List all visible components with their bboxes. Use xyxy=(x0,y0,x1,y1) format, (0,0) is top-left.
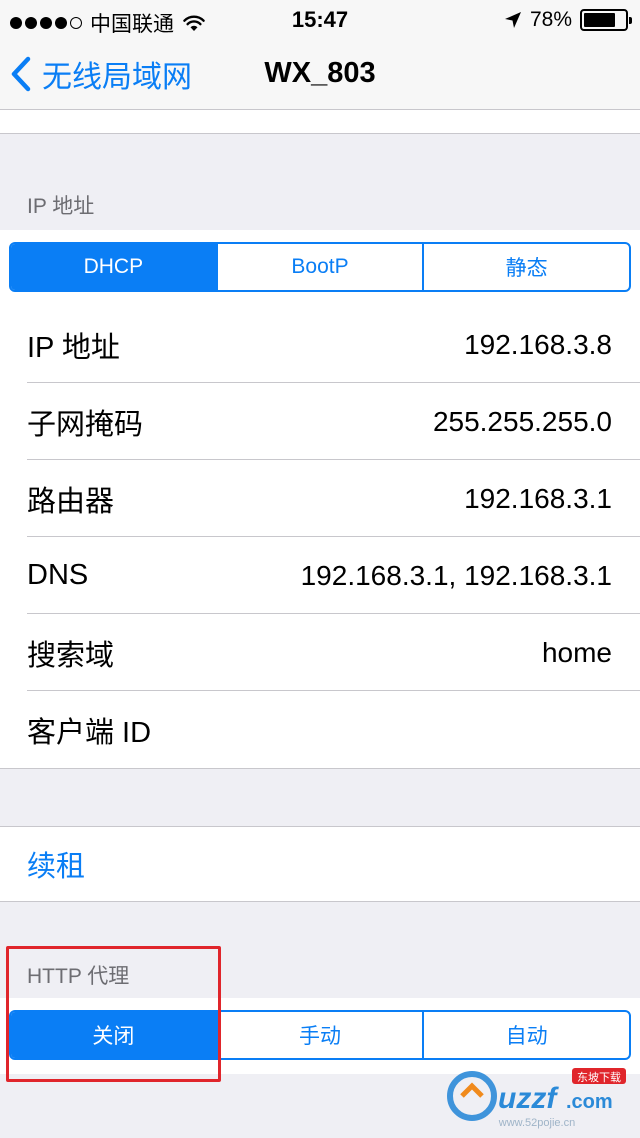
battery-icon xyxy=(580,9,632,31)
row-label: 客户端 ID xyxy=(27,716,152,749)
row-value: home xyxy=(541,636,612,668)
row-router[interactable]: 路由器 192.168.3.1 xyxy=(0,460,640,537)
row-dns[interactable]: DNS 192.168.3.1, 192.168.3.1 xyxy=(0,537,640,614)
ip-mode-group: DHCP BootP 静态 xyxy=(0,230,640,306)
row-label: 路由器 xyxy=(27,485,115,518)
segment-proxy-off[interactable]: 关闭 xyxy=(11,1012,218,1058)
renew-label: 续租 xyxy=(27,851,86,883)
navigation-bar: 无线局域网 WX_803 xyxy=(0,40,640,110)
svg-text:东坡下载: 东坡下载 xyxy=(577,1071,621,1084)
status-right-group: 78% xyxy=(504,8,632,32)
row-label: 子网掩码 xyxy=(27,408,144,441)
row-label: IP 地址 xyxy=(27,331,120,364)
location-arrow-icon xyxy=(504,12,521,28)
segment-dhcp[interactable]: DHCP xyxy=(11,244,218,290)
row-label: DNS xyxy=(27,559,89,591)
proxy-mode-segmented-control: 关闭 手动 自动 xyxy=(9,1010,631,1060)
segment-bootp[interactable]: BootP xyxy=(218,244,425,290)
row-ip-address[interactable]: IP 地址 192.168.3.8 xyxy=(0,306,640,383)
row-search-domain[interactable]: 搜索域 home xyxy=(0,614,640,691)
segment-static[interactable]: 静态 xyxy=(424,244,629,290)
watermark-logo: uzzf .com 东坡下载 www.52pojie.cn xyxy=(447,1068,626,1129)
proxy-section-header: HTTP 代理 xyxy=(27,965,130,988)
svg-text:uzzf: uzzf xyxy=(498,1082,559,1115)
row-value: 192.168.3.1, 192.168.3.1 xyxy=(300,559,612,591)
row-value: 192.168.3.8 xyxy=(464,328,612,360)
status-bar: 中国联通 15:47 78% xyxy=(0,0,640,40)
svg-text:www.52pojie.cn: www.52pojie.cn xyxy=(498,1117,575,1129)
ip-section-header: IP 地址 xyxy=(27,195,95,218)
battery-fill xyxy=(584,13,616,27)
segment-proxy-manual[interactable]: 手动 xyxy=(218,1012,425,1058)
page-title-text: WX_803 xyxy=(264,57,376,89)
row-label: 搜索域 xyxy=(27,639,115,672)
row-client-id[interactable]: 客户端 ID xyxy=(0,691,640,768)
previous-group-bottom xyxy=(0,110,640,134)
row-value: 192.168.3.1 xyxy=(464,482,612,514)
page-title: WX_803 xyxy=(0,57,640,90)
row-subnet-mask[interactable]: 子网掩码 255.255.255.0 xyxy=(0,383,640,460)
ip-details-list: IP 地址 192.168.3.8 子网掩码 255.255.255.0 路由器… xyxy=(0,306,640,769)
ip-mode-segmented-control: DHCP BootP 静态 xyxy=(9,242,631,292)
segment-proxy-auto[interactable]: 自动 xyxy=(424,1012,629,1058)
renew-lease-button[interactable]: 续租 xyxy=(0,826,640,902)
svg-text:.com: .com xyxy=(566,1091,613,1113)
row-value: 255.255.255.0 xyxy=(432,405,612,437)
battery-percent: 78% xyxy=(529,8,572,31)
